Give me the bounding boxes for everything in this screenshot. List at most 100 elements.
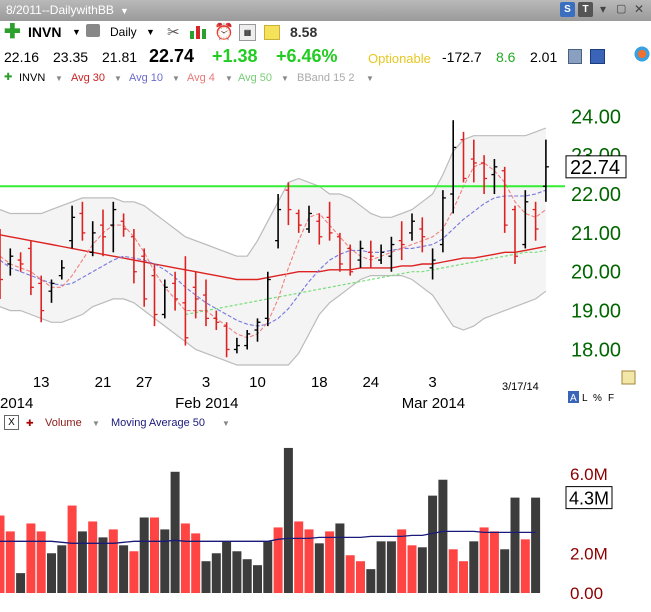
- toggle-icon[interactable]: T: [578, 2, 593, 17]
- date-tick-label: 10: [249, 374, 266, 391]
- draw-pencil-icon[interactable]: [621, 370, 636, 385]
- volume-legend: X ✚ Volume ▼ Moving Average 50 ▼: [0, 414, 565, 433]
- legend-symbol[interactable]: INVN: [19, 72, 45, 84]
- volume-bar: [386, 541, 396, 593]
- symbol-dropdown-icon[interactable]: ▼: [72, 27, 81, 37]
- volume-bar: [232, 551, 242, 593]
- date-tick-label: 3: [428, 374, 436, 391]
- volume-bar: [356, 561, 365, 593]
- volume-bar: [500, 549, 510, 593]
- interval-label[interactable]: Daily: [110, 25, 137, 39]
- date-tick-label: 27: [136, 374, 153, 391]
- linear-scale-toggle[interactable]: A: [570, 393, 577, 404]
- volume-bar: [16, 573, 26, 593]
- volume-bar: [531, 497, 541, 593]
- legend-avg10-dropdown-icon[interactable]: ▼: [172, 74, 180, 83]
- legend-avg30-dropdown-icon[interactable]: ▼: [114, 74, 122, 83]
- month-axis: 2014 Feb 2014 Mar 2014: [0, 395, 465, 412]
- volume-bar: [253, 565, 262, 593]
- legend-ma50[interactable]: Moving Average 50: [111, 417, 205, 429]
- volume-bar: [479, 527, 489, 593]
- volume-bar: [366, 569, 376, 593]
- legend-avg10[interactable]: Avg 10: [129, 72, 163, 84]
- title-dropdown-icon[interactable]: ▼: [120, 6, 129, 16]
- volume-bar: [170, 471, 180, 593]
- volume-bar: [211, 553, 221, 593]
- price-tick-label: 22.00: [571, 184, 621, 206]
- symbol-name[interactable]: INVN: [28, 24, 61, 40]
- database-icon[interactable]: [568, 49, 582, 64]
- footer-date: 3/17/14: [502, 381, 539, 393]
- volume-tick-label: 6.0M: [570, 465, 608, 484]
- volume-bar: [376, 541, 386, 593]
- maximize-icon[interactable]: ▢: [616, 2, 626, 15]
- legend-avg50[interactable]: Avg 50: [238, 72, 272, 84]
- volume-bar: [5, 531, 15, 593]
- close-volume-pane-icon[interactable]: X: [4, 415, 19, 430]
- legend-bband[interactable]: BBand 15 2: [297, 72, 355, 84]
- alarm-clock-icon[interactable]: ⏰: [214, 22, 234, 42]
- interval-dropdown-icon[interactable]: ▼: [146, 27, 155, 37]
- volume-bar: [222, 541, 232, 593]
- note-icon[interactable]: [264, 25, 280, 40]
- percent-change: +6.46%: [276, 46, 338, 66]
- volume-bar: [417, 547, 427, 593]
- log-scale-toggle[interactable]: L: [582, 393, 588, 404]
- month-tick-label: 2014: [0, 395, 33, 412]
- printer-icon[interactable]: [86, 24, 100, 37]
- volume-bar: [345, 555, 355, 593]
- tools-icon[interactable]: ✂: [167, 23, 180, 41]
- legend-avg50-dropdown-icon[interactable]: ▼: [281, 74, 289, 83]
- volume-bar: [428, 495, 438, 593]
- volume-bar: [263, 541, 273, 593]
- indicator-legend: ✚ INVN ▼ Avg 30 ▼ Avg 10 ▼ Avg 4 ▼ Avg 5…: [0, 69, 565, 88]
- volume-bar: [108, 529, 118, 593]
- volume-axis: 0.00 2.0M 6.0M: [570, 465, 608, 603]
- legend-symbol-dropdown-icon[interactable]: ▼: [55, 74, 63, 83]
- volume-bar: [57, 545, 67, 593]
- value-3: 2.01: [530, 49, 558, 65]
- low-price: 21.81: [102, 49, 138, 65]
- legend-volume[interactable]: Volume: [45, 417, 82, 429]
- volume-bar: [129, 551, 139, 593]
- fit-scale-toggle[interactable]: F: [608, 393, 614, 404]
- value-1: -172.7: [442, 49, 482, 65]
- share-icon[interactable]: S: [560, 2, 575, 17]
- price-chart[interactable]: 18.0019.0020.0021.0022.0023.0024.00 22.7…: [0, 88, 651, 414]
- volume-bar: [273, 527, 283, 593]
- volume-bar: [448, 549, 458, 593]
- price-axis: 18.0019.0020.0021.0022.0023.0024.00: [571, 106, 621, 361]
- legend-ma50-dropdown-icon[interactable]: ▼: [222, 419, 230, 428]
- volume-bar: [98, 537, 108, 593]
- volume-bar: [139, 517, 149, 593]
- open-price: 22.16: [4, 49, 40, 65]
- volume-bar: [0, 515, 5, 593]
- price-box: 8.58: [290, 24, 318, 40]
- price-tick-label: 24.00: [571, 106, 621, 128]
- legend-avg4[interactable]: Avg 4: [187, 72, 215, 84]
- legend-volume-dropdown-icon[interactable]: ▼: [92, 419, 100, 428]
- scale-toggles: A L % F: [568, 391, 614, 404]
- volume-bar: [160, 529, 170, 593]
- value-2: 8.6: [496, 49, 516, 65]
- add-symbol-icon[interactable]: ✚: [4, 22, 21, 42]
- indicators-icon[interactable]: [190, 25, 206, 39]
- date-tick-label: 18: [311, 374, 328, 391]
- volume-bar: [67, 505, 77, 593]
- color-wheel-icon[interactable]: [633, 44, 651, 64]
- volume-chart[interactable]: 0.00 2.0M 6.0M 4.3M: [0, 433, 651, 612]
- volume-tick-label: 2.0M: [570, 544, 608, 563]
- month-tick-label: Feb 2014: [175, 395, 238, 412]
- volume-bar: [77, 531, 87, 593]
- volume-bars: [0, 447, 541, 593]
- calendar-icon[interactable]: ▦: [239, 24, 256, 41]
- percent-scale-toggle[interactable]: %: [593, 393, 602, 404]
- legend-bband-dropdown-icon[interactable]: ▼: [366, 74, 374, 83]
- minimize-icon[interactable]: ▾: [600, 2, 606, 16]
- save-icon[interactable]: [590, 49, 605, 64]
- legend-avg30[interactable]: Avg 30: [71, 72, 105, 84]
- close-icon[interactable]: ✕: [634, 2, 644, 16]
- legend-avg4-dropdown-icon[interactable]: ▼: [225, 74, 233, 83]
- volume-marker-icon: ✚: [26, 418, 34, 428]
- volume-bar: [242, 559, 252, 593]
